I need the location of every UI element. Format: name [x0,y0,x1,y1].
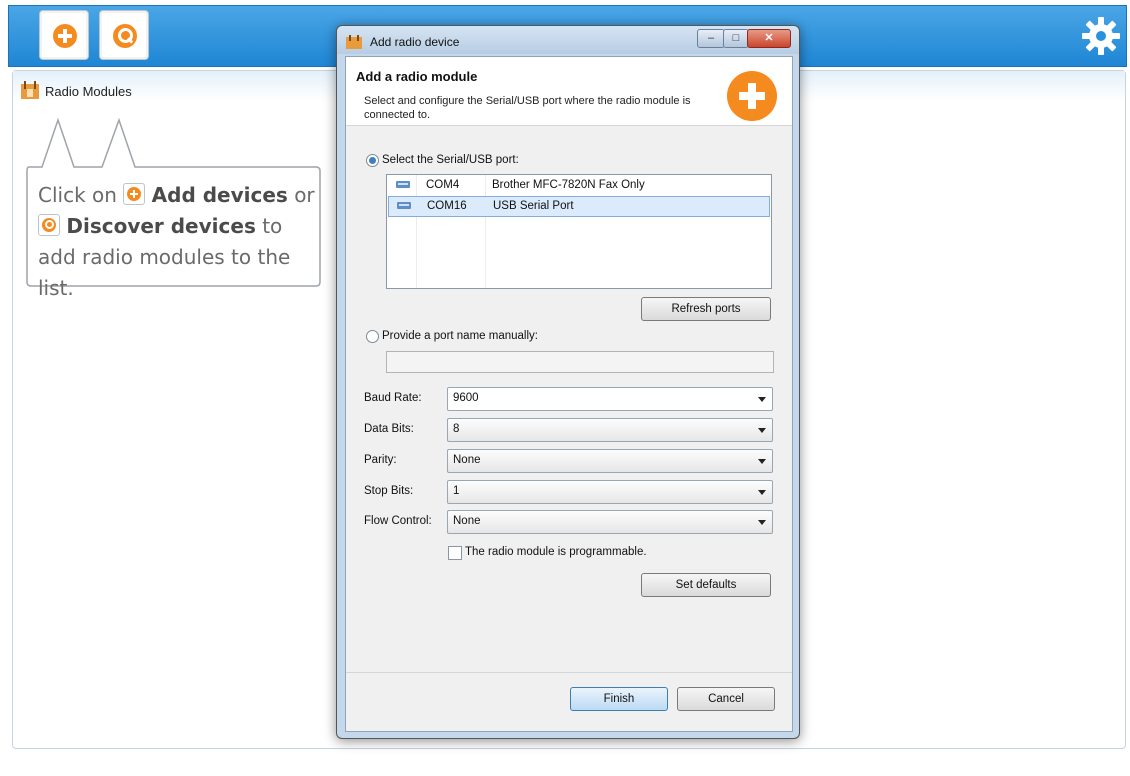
set-defaults-button[interactable]: Set defaults [641,573,771,597]
cancel-button[interactable]: Cancel [677,687,775,711]
parity-value: None [453,454,481,466]
port-row-com4[interactable]: COM4 Brother MFC-7820N Fax Only [388,176,770,195]
manual-port-label: Provide a port name manually: [382,330,538,342]
chevron-down-icon [758,520,766,525]
add-circle-icon [53,24,77,48]
flow-control-label: Flow Control: [364,515,432,527]
port-list[interactable]: COM4 Brother MFC-7820N Fax Only COM16 US… [386,174,772,289]
port-description: Brother MFC-7820N Fax Only [492,179,645,191]
discover-devices-button[interactable] [99,10,149,60]
manual-port-radio[interactable] [366,330,379,343]
dialog-footer: Finish Cancel [346,672,792,731]
radio-modules-icon [21,81,39,99]
data-bits-value: 8 [453,423,460,435]
dialog-titlebar[interactable]: Add radio device – □ ✕ [337,26,799,54]
chevron-down-icon [758,490,766,495]
baud-rate-label: Baud Rate: [364,392,422,404]
add-devices-button[interactable] [39,10,89,60]
maximize-button[interactable]: □ [723,29,749,48]
radio-device-icon [346,35,362,49]
dialog-header-title: Add a radio module [356,69,478,84]
data-bits-label: Data Bits: [364,423,414,435]
dialog-header: Add a radio module Select and configure … [346,57,792,126]
parity-select[interactable]: None [447,449,773,473]
stop-bits-value: 1 [453,485,460,497]
chevron-down-icon [758,459,766,464]
flow-control-value: None [453,515,481,527]
serial-port-icon [397,202,411,209]
finish-button[interactable]: Finish [570,687,668,711]
flow-control-select[interactable]: None [447,510,773,534]
minimize-button[interactable]: – [697,29,725,48]
minimize-icon: – [707,32,715,44]
discover-mini-icon [38,214,60,236]
panel-title: Radio Modules [45,84,132,99]
chevron-down-icon[interactable] [758,397,766,402]
baud-rate-value: 9600 [453,392,479,404]
hint-part-1: Click on [38,183,117,207]
parity-label: Parity: [364,454,397,466]
hint-part-2: or [294,183,315,207]
port-com: COM4 [426,179,460,191]
hint-text: Click on Add devices or Discover devices… [38,180,323,304]
dialog-window-title: Add radio device [370,35,460,49]
hint-add-devices: Add devices [151,183,288,207]
discover-search-icon [113,24,137,48]
window-controls: – □ ✕ [697,29,791,48]
data-bits-select[interactable]: 8 [447,418,773,442]
hint-discover-devices: Discover devices [66,214,256,238]
select-port-label: Select the Serial/USB port: [382,154,519,166]
dialog-header-description: Select and configure the Serial/USB port… [364,95,691,121]
serial-port-icon [396,181,410,188]
manual-port-input[interactable] [386,351,774,373]
dialog-body: Add a radio module Select and configure … [345,56,793,732]
programmable-label: The radio module is programmable. [465,546,647,558]
port-row-com16[interactable]: COM16 USB Serial Port [388,196,770,217]
programmable-checkbox[interactable] [448,546,462,560]
add-mini-icon [123,183,146,205]
close-button[interactable]: ✕ [747,29,791,48]
port-description: USB Serial Port [493,200,574,212]
close-icon: ✕ [764,32,774,44]
add-radio-device-dialog: Add radio device – □ ✕ Add a radio modul… [336,25,800,739]
refresh-ports-button[interactable]: Refresh ports [641,297,771,321]
add-module-icon [727,71,777,121]
maximize-icon: □ [732,32,740,44]
stop-bits-label: Stop Bits: [364,485,414,497]
settings-gear-icon[interactable] [1079,14,1123,58]
stop-bits-select[interactable]: 1 [447,480,773,504]
baud-rate-combo[interactable]: 9600 [447,387,773,411]
port-com: COM16 [427,200,467,212]
select-port-radio[interactable] [366,154,379,167]
chevron-down-icon [758,428,766,433]
